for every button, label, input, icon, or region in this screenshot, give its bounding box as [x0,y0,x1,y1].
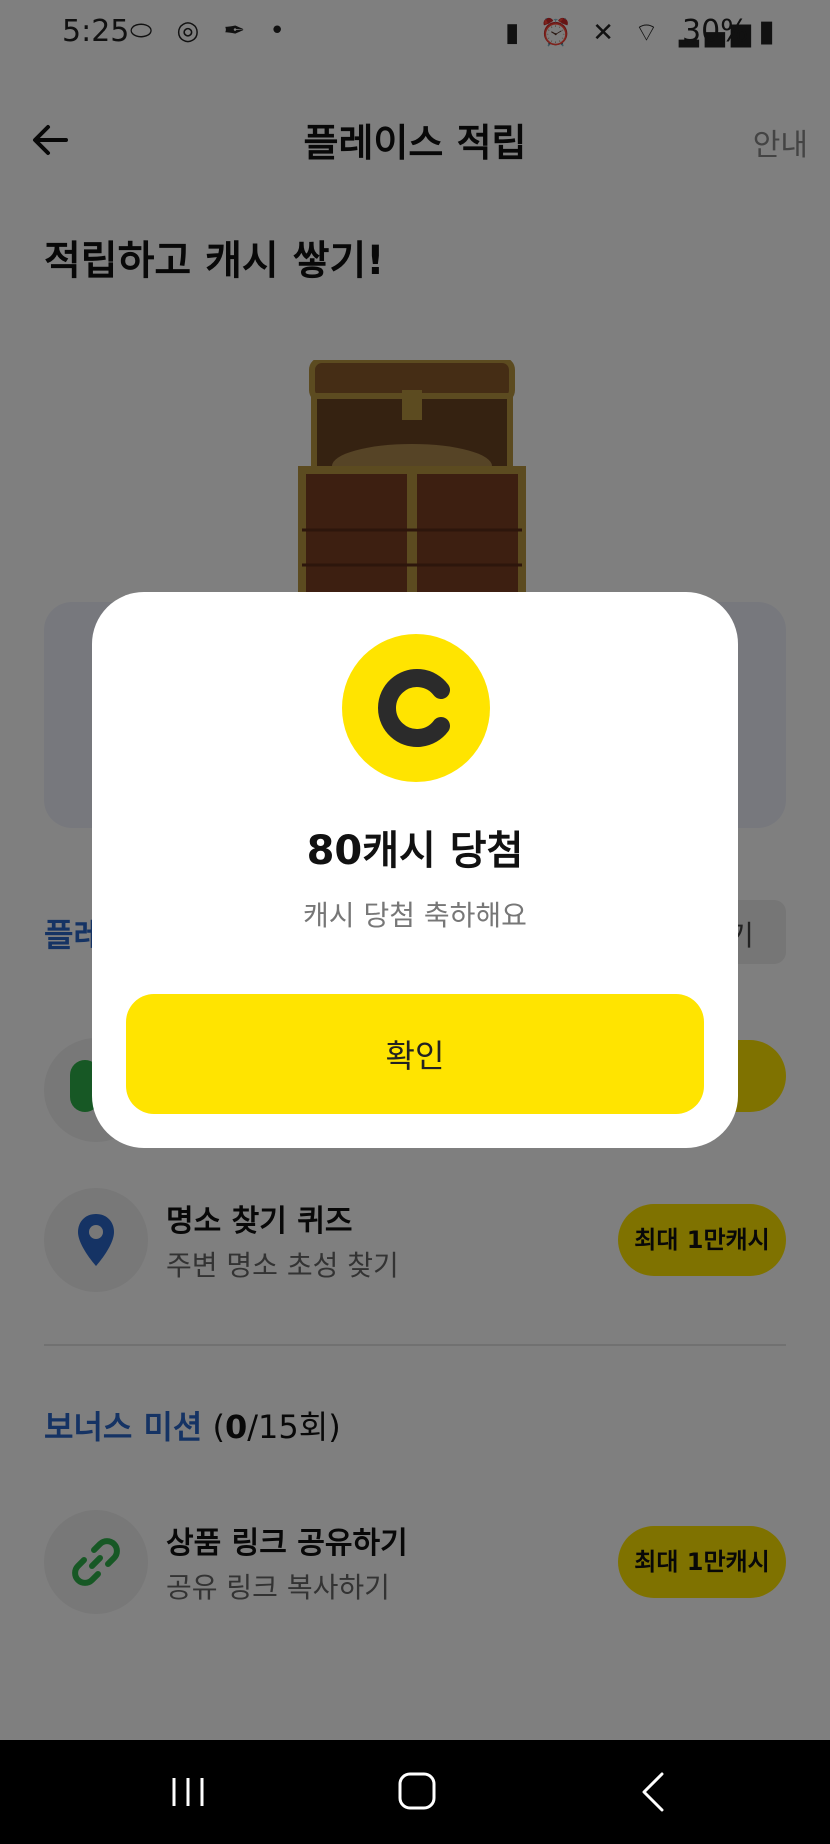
nav-back-icon[interactable] [636,1770,672,1814]
navigation-bar [0,1740,830,1844]
dialog-title: 80캐시 당첨 [306,828,524,874]
confirm-button[interactable]: 확인 [126,994,704,1114]
recent-apps-icon[interactable] [168,1772,208,1812]
dialog-subtitle: 캐시 당첨 축하해요 [303,899,527,932]
reward-dialog: 80캐시 당첨 캐시 당첨 축하해요 확인 [92,592,738,1148]
coin-c-glyph [378,669,450,747]
home-icon[interactable] [396,1770,438,1812]
coin-c-icon [342,634,490,782]
